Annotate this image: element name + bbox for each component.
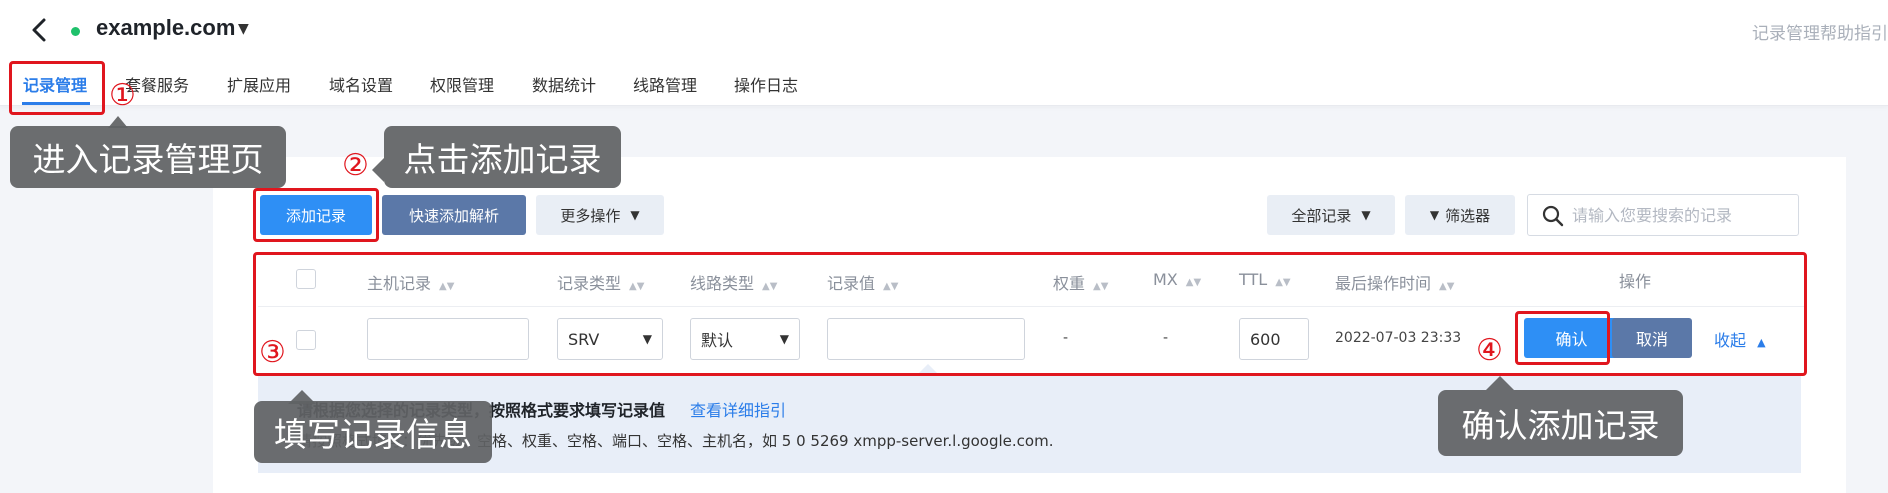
step-number-2: ② [342, 148, 369, 183]
all-records-caret-icon: ▼ [1361, 208, 1371, 222]
callout-arrow [372, 158, 384, 182]
domain-name[interactable]: example.com [96, 15, 235, 41]
more-actions-button[interactable]: 更多操作 ▼ [536, 195, 664, 235]
highlight-box-add-button [253, 188, 379, 242]
tab-extensions[interactable]: 扩展应用 [227, 72, 291, 96]
tab-domain-settings[interactable]: 域名设置 [329, 72, 393, 96]
tab-statistics[interactable]: 数据统计 [532, 72, 596, 96]
help-guide-link[interactable]: 记录管理帮助指引 [1752, 19, 1888, 44]
back-arrow-icon[interactable] [28, 16, 52, 44]
tab-permissions[interactable]: 权限管理 [430, 72, 494, 96]
domain-dropdown-icon[interactable]: ▼ [238, 21, 249, 37]
search-input[interactable] [1572, 203, 1792, 227]
all-records-dropdown[interactable]: 全部记录 ▼ [1267, 195, 1395, 235]
more-actions-caret-icon: ▼ [630, 208, 640, 222]
callout-confirm-add-record: 确认添加记录 [1438, 390, 1683, 456]
quick-add-button[interactable]: 快速添加解析 [382, 195, 526, 235]
filter-icon: ▼ [1429, 208, 1440, 222]
callout-click-add-record: 点击添加记录 [384, 126, 621, 188]
all-records-label: 全部记录 [1291, 206, 1352, 225]
view-guide-link[interactable]: 查看详细指引 [690, 397, 786, 421]
step-number-4: ④ [1476, 333, 1503, 368]
step-number-3: ③ [259, 335, 286, 370]
search-icon [1542, 205, 1564, 227]
callout-enter-record-page: 进入记录管理页 [10, 126, 286, 188]
highlight-box-confirm [1515, 311, 1610, 365]
more-actions-label: 更多操作 [560, 206, 621, 225]
search-box[interactable] [1527, 194, 1799, 236]
callout-fill-record-info: 填写记录信息 [254, 401, 492, 463]
tab-line-management[interactable]: 线路管理 [633, 72, 697, 96]
tab-operation-log[interactable]: 操作日志 [734, 72, 798, 96]
callout-arrow [1486, 376, 1514, 390]
highlight-box-tab [9, 61, 105, 115]
filter-button[interactable]: ▼ 筛选器 [1405, 195, 1515, 235]
step-number-1: ① [109, 78, 136, 113]
filter-label: 筛选器 [1445, 206, 1491, 225]
domain-status-dot [71, 27, 80, 36]
